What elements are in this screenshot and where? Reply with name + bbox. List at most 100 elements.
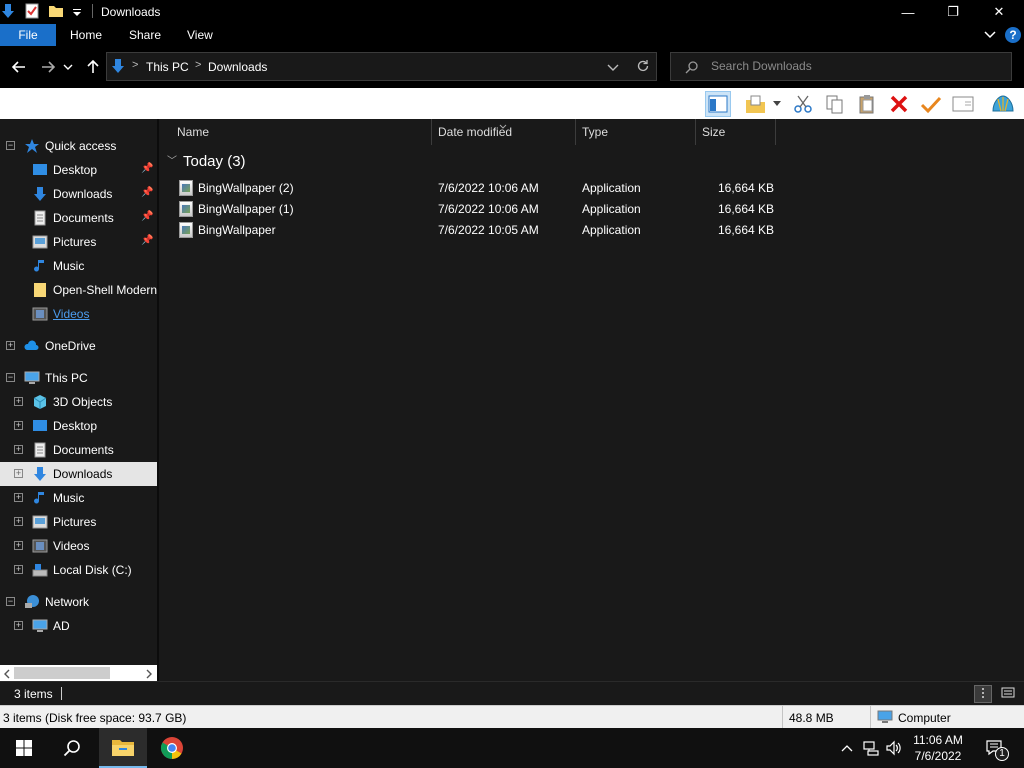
nav-pc-desktop[interactable]: + Desktop (0, 414, 157, 438)
network-status-icon[interactable] (861, 728, 881, 768)
file-row[interactable]: BingWallpaper 7/6/2022 10:05 AM Applicat… (175, 220, 775, 241)
help-icon[interactable]: ? (1005, 27, 1021, 43)
search-box[interactable] (670, 52, 1012, 81)
nav-pc-3d-objects[interactable]: + 3D Objects (0, 390, 157, 414)
scroll-left-icon[interactable] (3, 668, 11, 682)
nav-label: Videos (53, 539, 90, 553)
expand-icon[interactable]: + (14, 621, 23, 630)
chrome-icon[interactable] (148, 728, 196, 768)
drive-icon (32, 562, 48, 578)
nav-qa-open-shell[interactable]: Open-Shell Modern (0, 278, 157, 302)
nav-pc-pictures[interactable]: + Pictures (0, 510, 157, 534)
nav-qa-music[interactable]: Music (0, 254, 157, 278)
file-explorer-icon[interactable] (99, 728, 147, 768)
expand-icon[interactable]: + (14, 469, 23, 478)
details-view-icon[interactable] (974, 685, 992, 703)
folder-options-chevron-icon[interactable] (770, 91, 784, 117)
group-header-today[interactable]: ﹀ Today (3) (167, 153, 246, 170)
email-icon[interactable] (950, 91, 976, 117)
file-name: BingWallpaper (2) (198, 181, 294, 195)
paste-icon[interactable] (854, 91, 880, 117)
expand-icon[interactable]: + (6, 341, 15, 350)
customize-qat-icon[interactable] (72, 3, 82, 19)
recent-locations-chevron-icon[interactable] (61, 56, 75, 78)
file-row[interactable]: BingWallpaper (1) 7/6/2022 10:06 AM Appl… (175, 199, 775, 220)
expand-icon[interactable]: + (14, 541, 23, 550)
address-history-chevron-icon[interactable] (607, 62, 619, 76)
file-date: 7/6/2022 10:05 AM (438, 223, 539, 237)
expand-icon[interactable]: + (14, 397, 23, 406)
breadcrumb-separator[interactable]: > (195, 59, 201, 71)
expand-icon[interactable]: + (14, 565, 23, 574)
expand-icon[interactable]: + (14, 445, 23, 454)
new-folder-icon[interactable] (743, 91, 769, 117)
tab-view[interactable]: View (187, 24, 213, 46)
nav-onedrive[interactable]: + OneDrive (0, 334, 157, 358)
tab-file[interactable]: File (0, 24, 56, 46)
large-icons-view-icon[interactable] (1000, 685, 1018, 703)
nav-network-ad[interactable]: + AD (0, 614, 157, 638)
breadcrumb-separator[interactable]: > (132, 59, 138, 71)
nav-network[interactable]: − Network (0, 590, 157, 614)
column-header-type[interactable]: Type (576, 119, 696, 145)
tab-home[interactable]: Home (70, 24, 102, 46)
collapse-icon[interactable]: − (6, 141, 15, 150)
show-hidden-icons-chevron-icon[interactable] (838, 728, 856, 768)
scroll-right-icon[interactable] (145, 668, 153, 682)
shell-logo-icon[interactable] (990, 91, 1016, 117)
nav-quick-access[interactable]: − Quick access (0, 134, 157, 158)
expand-icon[interactable]: + (14, 421, 23, 430)
system-clock[interactable]: 11:06 AM 7/6/2022 (906, 732, 970, 764)
file-name: BingWallpaper (198, 223, 276, 237)
action-center-icon[interactable]: 1 (980, 728, 1010, 768)
forward-arrow-icon[interactable] (37, 56, 59, 78)
nav-qa-downloads[interactable]: Downloads 📌 (0, 182, 157, 206)
maximize-button[interactable]: ❐ (930, 0, 976, 24)
copy-icon[interactable] (822, 91, 848, 117)
nav-label: Videos (53, 307, 90, 321)
breadcrumb-downloads[interactable]: Downloads (208, 60, 267, 74)
collapse-icon[interactable]: − (6, 373, 15, 382)
properties-icon[interactable] (24, 3, 40, 19)
expand-icon[interactable]: + (14, 493, 23, 502)
nav-horizontal-scrollbar[interactable] (0, 665, 157, 681)
windows-start-icon[interactable] (0, 728, 48, 768)
nav-pc-local-disk[interactable]: + Local Disk (C:) (0, 558, 157, 582)
expand-ribbon-chevron-icon[interactable] (984, 24, 998, 46)
file-row[interactable]: BingWallpaper (2) 7/6/2022 10:06 AM Appl… (175, 178, 775, 199)
search-icon[interactable] (48, 728, 96, 768)
pictures-icon (32, 234, 48, 250)
nav-qa-pictures[interactable]: Pictures 📌 (0, 230, 157, 254)
expand-icon[interactable]: + (14, 517, 23, 526)
breadcrumb-this-pc[interactable]: This PC (146, 60, 189, 74)
nav-qa-documents[interactable]: Documents 📌 (0, 206, 157, 230)
scrollbar-thumb[interactable] (14, 667, 110, 679)
nav-pc-documents[interactable]: + Documents (0, 438, 157, 462)
nav-pc-downloads[interactable]: + Downloads (0, 462, 157, 486)
refresh-icon[interactable] (636, 59, 650, 76)
nav-qa-videos[interactable]: Videos (0, 302, 157, 326)
nav-pc-videos[interactable]: + Videos (0, 534, 157, 558)
back-arrow-icon[interactable] (8, 56, 30, 78)
nav-this-pc[interactable]: − This PC (0, 366, 157, 390)
cut-icon[interactable] (790, 91, 816, 117)
tab-share[interactable]: Share (129, 24, 161, 46)
collapse-icon[interactable]: − (6, 597, 15, 606)
column-header-size[interactable]: Size (696, 119, 776, 145)
minimize-button[interactable]: — (885, 0, 931, 24)
volume-icon[interactable] (884, 728, 904, 768)
downloads-arrow-icon[interactable] (0, 3, 16, 19)
nav-qa-desktop[interactable]: Desktop 📌 (0, 158, 157, 182)
new-folder-icon[interactable] (48, 3, 64, 19)
close-button[interactable]: ✕ (976, 0, 1022, 24)
properties-check-icon[interactable] (918, 91, 944, 117)
up-arrow-icon[interactable] (82, 56, 104, 78)
column-header-name[interactable]: Name (171, 119, 432, 145)
delete-icon[interactable] (886, 91, 912, 117)
navigation-pane-toggle-icon[interactable] (705, 91, 731, 117)
cube-icon (32, 394, 48, 410)
search-input[interactable] (711, 59, 1001, 73)
chevron-down-icon[interactable]: ﹀ (167, 152, 177, 167)
nav-pc-music[interactable]: + Music (0, 486, 157, 510)
address-bar[interactable]: > This PC > Downloads (106, 52, 657, 81)
